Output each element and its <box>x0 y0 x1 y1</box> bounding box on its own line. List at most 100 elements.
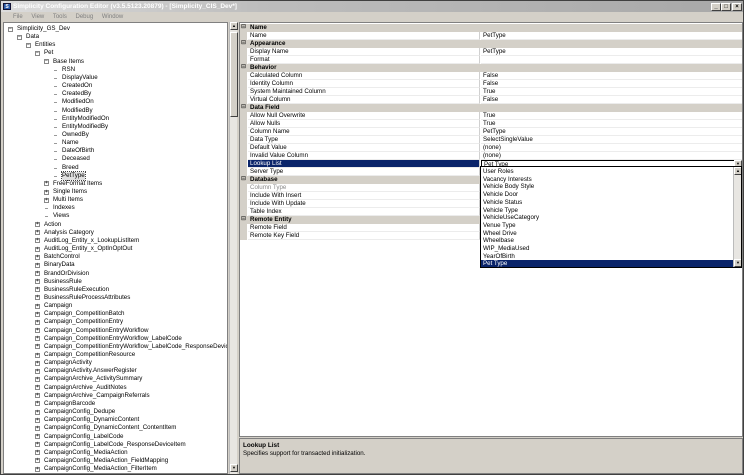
tree-entity-item[interactable]: CampaignConfig_Dedupe <box>44 408 115 416</box>
tree-entity-item[interactable]: CampaignConfig_DynamicContent <box>44 416 139 424</box>
tree-scrollbar[interactable]: ▲ ▼ <box>229 22 238 474</box>
tree-node-base-items[interactable]: Base Items <box>53 58 84 66</box>
property-value[interactable]: True <box>481 120 742 128</box>
tree-entity-item[interactable]: CampaignArchive_ActivitySummary <box>44 375 142 383</box>
property-value[interactable]: True <box>481 88 742 96</box>
dropdown-scrollbar[interactable]: ▲ ▼ <box>733 167 741 267</box>
tree-entity-item[interactable]: BrandOrDivision <box>44 270 89 278</box>
property-value[interactable]: (none) <box>481 144 742 152</box>
tree-entity-item-expander-icon[interactable]: + <box>35 319 40 325</box>
property-row[interactable]: Display Name PetType <box>240 48 742 56</box>
collapse-icon[interactable]: ⊟ <box>240 40 247 48</box>
tree-field-item[interactable]: Name <box>62 139 79 147</box>
menu-window[interactable]: Window <box>102 14 123 20</box>
dropdown-scroll-down-icon[interactable]: ▼ <box>734 259 741 267</box>
dropdown-scroll-up-icon[interactable]: ▲ <box>734 167 741 175</box>
property-value[interactable]: PetType <box>481 32 742 40</box>
property-row[interactable]: Format <box>240 56 742 64</box>
tree-entity-item[interactable]: CampaignConfig_MediaAction_RelationshipM… <box>44 473 189 474</box>
lookup-list-dropdown[interactable]: ▲ ▼ User Roles Vacancy Interests Vehicle B… <box>480 166 742 268</box>
tree-entity-item-expander-icon[interactable]: + <box>35 222 40 228</box>
menu-file[interactable]: File <box>13 14 23 20</box>
tree-group-item-expander-icon[interactable]: + <box>44 189 49 195</box>
tree-field-item[interactable]: Breed <box>62 164 79 172</box>
tree-root[interactable]: Simplicity_GS_Dev <box>17 25 70 33</box>
tree-entity-item-expander-icon[interactable]: + <box>35 287 40 293</box>
tree-group-item-expander-icon[interactable]: + <box>44 181 49 187</box>
property-value[interactable]: False <box>481 80 742 88</box>
tree-entity-item-expander-icon[interactable]: + <box>35 376 40 382</box>
tree-entity-item-expander-icon[interactable]: + <box>35 360 40 366</box>
collapse-icon[interactable]: ⊟ <box>240 104 247 112</box>
property-value[interactable]: SelectSingleValue <box>481 136 742 144</box>
close-icon[interactable]: × <box>732 3 742 11</box>
tree-entity-item-expander-icon[interactable]: + <box>35 442 40 448</box>
tree-entity-item-expander-icon[interactable]: + <box>35 352 40 358</box>
tree-field-item[interactable]: OwnedBy <box>62 131 89 139</box>
tree-entity-item[interactable]: CampaignArchive_AuditNotes <box>44 384 127 392</box>
property-row[interactable]: Default Value (none) <box>240 144 742 152</box>
tree-entity-item[interactable]: Action <box>44 221 61 229</box>
tree-group-item[interactable]: Indexes <box>53 204 75 212</box>
tree-node-pet[interactable]: Pet <box>44 49 53 57</box>
tree-field-item[interactable]: ModifiedOn <box>62 98 94 106</box>
tree-entity-item[interactable]: CampaignConfig_LabelCode_ResponseDeviceI… <box>44 441 186 449</box>
tree-entity-item-expander-icon[interactable]: + <box>35 417 40 423</box>
solution-tree[interactable]: − Simplicity_GS_Dev − Data − Entities − Pet − Bas… <box>3 22 228 474</box>
tree-field-item[interactable]: CreatedOn <box>62 82 92 90</box>
tree-entity-item-expander-icon[interactable]: + <box>35 230 40 236</box>
property-row[interactable]: Invalid Value Column (none) <box>240 152 742 160</box>
tree-entity-item-expander-icon[interactable]: + <box>35 466 40 472</box>
tree-field-item[interactable]: EntityModifiedBy <box>62 123 108 131</box>
tree-entity-item[interactable]: BusinessRuleExecution <box>44 286 109 294</box>
scroll-down-icon[interactable]: ▼ <box>230 464 238 472</box>
tree-group-item[interactable]: Views <box>53 212 69 220</box>
tree-entity-item-expander-icon[interactable]: + <box>35 328 40 334</box>
menu-debug[interactable]: Debug <box>76 14 94 20</box>
tree-entity-item-expander-icon[interactable]: + <box>35 425 40 431</box>
maximize-icon[interactable]: □ <box>721 3 731 11</box>
tree-entity-item-expander-icon[interactable]: + <box>35 336 40 342</box>
tree-entity-item[interactable]: CampaignArchive_CampaignReferrals <box>44 392 150 400</box>
tree-field-item[interactable]: Deceased <box>62 155 90 163</box>
tree-entity-item[interactable]: Campaign_CompetitionEntryWorkflow_LabelC… <box>44 343 227 351</box>
tree-entity-item[interactable]: CampaignConfig_MediaAction_FilterItem <box>44 465 157 473</box>
tree-entity-item[interactable]: CampaignActivity <box>44 359 92 367</box>
tree-entity-item-expander-icon[interactable]: + <box>35 254 40 260</box>
tree-entity-item-expander-icon[interactable]: + <box>35 311 40 317</box>
property-value[interactable]: PetType <box>481 48 742 56</box>
property-row[interactable]: Column Name PetType <box>240 128 742 136</box>
tree-node-entities[interactable]: Entities <box>35 41 55 49</box>
tree-entity-item[interactable]: CampaignConfig_MediaAction_FieldMapping <box>44 457 168 465</box>
tree-entity-item[interactable]: Campaign_CompetitionEntryWorkflow <box>44 327 148 335</box>
tree-entity-item[interactable]: AuditLog_Entity_x_OptInOptOut <box>44 245 132 253</box>
tree-entity-item-expander-icon[interactable]: + <box>35 401 40 407</box>
tree-entity-item[interactable]: BusinessRuleProcessAttributes <box>44 294 130 302</box>
tree-field-item[interactable]: CreatedBy <box>62 90 91 98</box>
tree-field-item[interactable]: DisplayValue <box>62 74 98 82</box>
collapse-icon[interactable]: ⊟ <box>240 64 247 72</box>
tree-node-data[interactable]: Data <box>26 33 39 41</box>
scroll-thumb[interactable] <box>230 32 238 117</box>
tree-entity-item-expander-icon[interactable]: + <box>35 295 40 301</box>
tree-entity-item[interactable]: BusinessRule <box>44 278 82 286</box>
tree-entity-item-expander-icon[interactable]: + <box>35 393 40 399</box>
property-value[interactable] <box>481 56 742 64</box>
property-row[interactable]: Allow Null Overwrite True <box>240 112 742 120</box>
tree-entity-item-expander-icon[interactable]: + <box>35 238 40 244</box>
property-row[interactable]: System Maintained Column True <box>240 88 742 96</box>
property-row[interactable]: Identity Column False <box>240 80 742 88</box>
tree-group-item[interactable]: FreeFormat Items <box>53 180 102 188</box>
tree-entity-item-expander-icon[interactable]: + <box>35 344 40 350</box>
property-row[interactable]: Calculated Column False <box>240 72 742 80</box>
tree-entity-item[interactable]: BinaryData <box>44 261 75 269</box>
tree-entity-item[interactable]: Campaign_CompetitionEntry <box>44 318 123 326</box>
property-row[interactable]: Allow Nulls True <box>240 120 742 128</box>
title-bar[interactable]: S Simplicity Configuration Editor (v3.5.… <box>1 1 743 12</box>
tree-group-item[interactable]: Multi Items <box>53 196 83 204</box>
tree-entity-item-expander-icon[interactable]: + <box>35 409 40 415</box>
property-value[interactable]: PetType <box>481 128 742 136</box>
collapse-icon[interactable]: ⊟ <box>240 216 247 224</box>
tree-field-item[interactable]: EntityModifiedOn <box>62 115 109 123</box>
tree-entity-item[interactable]: CampaignConfig_MediaAction <box>44 449 128 457</box>
